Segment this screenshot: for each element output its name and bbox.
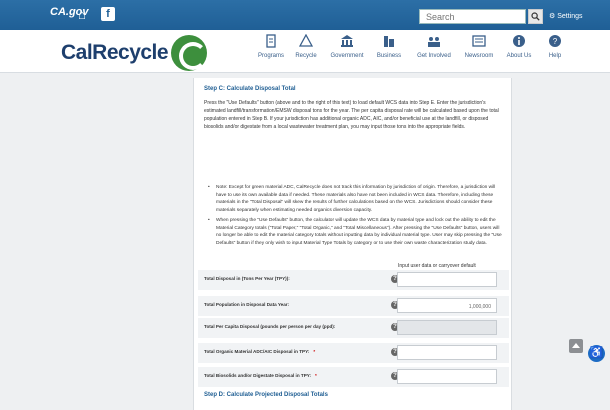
- list-item: Note: Except for green material ADC, Cal…: [208, 184, 502, 215]
- step-d-title: Step D: Calculate Projected Disposal Tot…: [204, 392, 328, 398]
- field-row-total-population: Total Population in Disposal Data Year: …: [194, 296, 511, 316]
- step-c-title: Step C: Calculate Disposal Total: [204, 86, 296, 92]
- field-label-text: Total Disposal in (Tons Per Year (TPY)):: [204, 276, 290, 281]
- field-label: Total Per Capita Disposal (pounds per pe…: [204, 324, 339, 329]
- gear-icon: ⚙: [549, 13, 556, 20]
- programs-icon: [266, 34, 276, 48]
- nav-item-get-involved[interactable]: Get Involved: [409, 34, 459, 71]
- field-row-organic-adc: Total Organic Material ADC/AIC Disposal …: [194, 343, 511, 363]
- nav-label: Get Involved: [417, 53, 451, 59]
- site-header: CalRecycle Programs Recycle Government B…: [0, 30, 610, 73]
- about-icon: [513, 35, 525, 47]
- recycle-icon: [299, 34, 313, 47]
- ca-gov-logo[interactable]: CA.gov: [50, 6, 89, 24]
- page: CA.gov ⌂ f ⚙ Settings CalRecycle Program…: [0, 0, 610, 410]
- field-row-total-disposal: Total Disposal in (Tons Per Year (TPY)):…: [194, 270, 511, 290]
- field-label: Total Organic Material ADC/AIC Disposal …: [204, 349, 315, 354]
- get-involved-icon: [428, 37, 440, 47]
- field-label: Total Population in Disposal Data Year:: [204, 302, 293, 307]
- required-marker: *: [313, 349, 316, 354]
- field-label: Total Disposal in (Tons Per Year (TPY)):: [204, 276, 294, 281]
- step-c-instructions: Press the "Use Defaults" button (above a…: [204, 100, 499, 130]
- field-label-text: Total Organic Material ADC/AIC Disposal …: [204, 349, 310, 354]
- search-icon: [531, 12, 540, 21]
- notes-list: Note: Except for green material ADC, Cal…: [208, 184, 502, 250]
- government-icon: [341, 35, 353, 47]
- recycle-logo-icon: [171, 35, 207, 71]
- field-label: Total Biosolids and/or Digestate Disposa…: [204, 373, 317, 378]
- logo-text: CalRecycle: [61, 41, 169, 64]
- accessibility-icon[interactable]: ♿: [588, 345, 605, 362]
- help-icon: ?: [549, 35, 561, 47]
- newsroom-icon: [472, 35, 486, 47]
- organic-adc-input[interactable]: [397, 345, 497, 360]
- svg-text:?: ?: [553, 37, 558, 46]
- field-label-text: Total Population in Disposal Data Year:: [204, 302, 290, 307]
- biosolids-input[interactable]: [397, 369, 497, 384]
- settings-label: Settings: [557, 13, 583, 20]
- nav-item-help[interactable]: ? Help: [530, 34, 580, 71]
- nav-label: Help: [548, 53, 562, 59]
- input-column-header: Input user data or carryover default: [398, 263, 476, 269]
- required-marker: *: [315, 373, 317, 378]
- field-label-text: Total Per Capita Disposal (pounds per pe…: [204, 324, 336, 329]
- search-input[interactable]: [419, 9, 526, 24]
- field-row-per-capita-disposal: Total Per Capita Disposal (pounds per pe…: [194, 318, 511, 338]
- settings-link[interactable]: ⚙ Settings: [549, 10, 583, 23]
- total-disposal-input[interactable]: [397, 272, 497, 287]
- total-population-input[interactable]: 1,000,000: [397, 298, 497, 313]
- home-icon[interactable]: ⌂: [78, 8, 92, 22]
- nav-item-business[interactable]: Business: [364, 34, 414, 71]
- scroll-to-top-button[interactable]: [569, 339, 583, 353]
- facebook-icon[interactable]: f: [101, 7, 115, 21]
- search-button[interactable]: [528, 9, 543, 24]
- field-label-text: Total Biosolids and/or Digestate Disposa…: [204, 373, 312, 378]
- business-icon: [384, 36, 394, 47]
- field-row-biosolids: Total Biosolids and/or Digestate Disposa…: [194, 367, 511, 387]
- calculator-panel: Step C: Calculate Disposal Total Press t…: [193, 78, 512, 410]
- per-capita-disposal-input: [397, 320, 497, 335]
- list-item: When pressing the "Use Defaults" button,…: [208, 217, 502, 248]
- nav-label: Business: [376, 53, 402, 59]
- top-bar: CA.gov ⌂ f ⚙ Settings: [0, 0, 610, 30]
